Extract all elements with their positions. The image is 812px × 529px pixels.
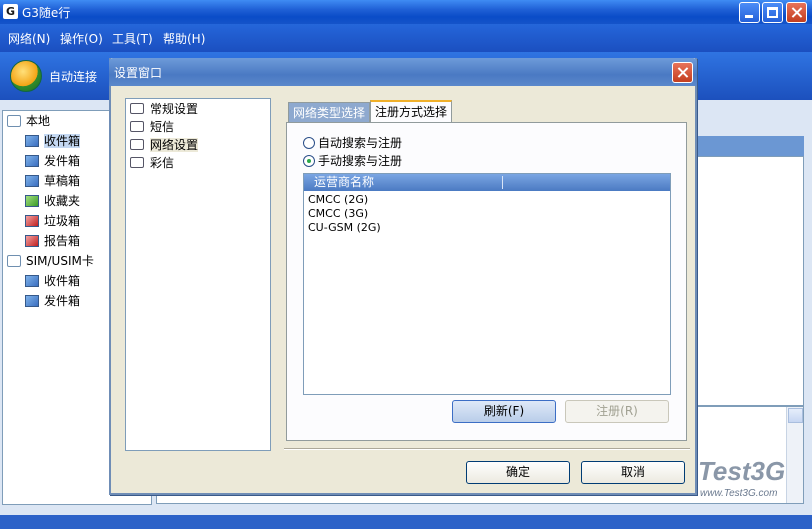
favorites-icon [25,195,39,207]
menu-network[interactable]: 网络(N) [8,30,50,47]
watermark-logo: Test3G www.Test3G.com [692,452,810,502]
nav-sms[interactable]: 短信 [130,118,174,136]
minimize-icon [745,15,753,18]
nav-general[interactable]: 常规设置 [130,100,198,118]
scroll-up-arrow-icon[interactable] [788,408,803,423]
drafts-icon [25,175,39,187]
folder-icon [130,103,144,114]
dialog-close-button[interactable] [672,62,693,83]
close-button[interactable] [786,2,807,23]
tree-trash[interactable]: 垃圾箱 [25,212,80,230]
column-separator[interactable] [502,176,503,189]
watermark-url: www.Test3G.com [700,488,778,499]
maximize-button[interactable] [762,2,783,23]
ok-button[interactable]: 确定 [466,461,570,484]
menu-help[interactable]: 帮助(H) [163,30,205,47]
tree-sim-outbox[interactable]: 发件箱 [25,292,80,310]
minimize-button[interactable] [739,2,760,23]
menu-bar: 网络(N) 操作(O) 工具(T) 帮助(H) [0,24,812,52]
menu-tools[interactable]: 工具(T) [112,30,153,47]
cancel-button[interactable]: 取消 [581,461,685,484]
inbox-icon [25,275,39,287]
outbox-icon [25,295,39,307]
inbox-icon [25,135,39,147]
report-icon [25,235,39,247]
trash-icon [25,215,39,227]
folder-icon [130,121,144,132]
column-operator-name[interactable]: 运营商名称 [314,174,374,191]
tree-sim-inbox[interactable]: 收件箱 [25,272,80,290]
app-title: G3随e行 [22,6,71,20]
auto-connect-button[interactable]: 自动连接 [49,68,97,85]
tree-favorites[interactable]: 收藏夹 [25,192,80,210]
folder-icon [130,157,144,168]
tree-local[interactable]: 本地 [7,112,50,130]
settings-dialog: 设置窗口 常规设置 短信 网络设置 彩信 网络类型选择 注册方式选择 自动搜索与… [109,58,697,495]
menu-operations[interactable]: 操作(O) [60,30,103,47]
watermark-brand: Test3G [698,456,786,486]
register-button[interactable]: 注册(R) [565,400,669,423]
nav-network[interactable]: 网络设置 [130,136,199,154]
app-icon: G [3,4,18,19]
settings-nav: 常规设置 短信 网络设置 彩信 [125,98,271,451]
operator-row[interactable]: CMCC (3G) [308,207,368,221]
tree-outbox[interactable]: 发件箱 [25,152,80,170]
folder-open-icon [130,139,144,150]
maximize-icon [767,7,778,18]
tree-drafts[interactable]: 草稿箱 [25,172,80,190]
tree-reports[interactable]: 报告箱 [25,232,80,250]
tree-inbox[interactable]: 收件箱 [25,132,81,150]
dialog-title: 设置窗口 [114,66,163,80]
dialog-titlebar: 设置窗口 [109,58,697,86]
folder-icon [7,115,21,127]
operator-row[interactable]: CU-GSM (2G) [308,221,381,235]
manual-register-option[interactable]: 手动搜索与注册 [303,153,402,169]
sim-card-icon [7,255,21,267]
registration-panel: 自动搜索与注册 手动搜索与注册 运营商名称 CMCC (2G) CMCC (3G… [286,122,687,441]
radio-manual[interactable] [303,155,315,167]
operator-list-header[interactable]: 运营商名称 [304,174,670,191]
tree-sim[interactable]: SIM/USIM卡 [7,252,94,270]
operator-row[interactable]: CMCC (2G) [308,193,368,207]
auto-register-option[interactable]: 自动搜索与注册 [303,135,402,151]
dialog-separator [284,448,690,450]
globe-connect-icon[interactable] [10,60,42,92]
tab-network-type[interactable]: 网络类型选择 [288,102,371,122]
refresh-button[interactable]: 刷新(F) [452,400,556,423]
operator-list[interactable]: 运营商名称 CMCC (2G) CMCC (3G) CU-GSM (2G) [303,173,671,395]
app-titlebar: G G3随e行 [0,0,812,24]
nav-mms[interactable]: 彩信 [130,154,174,172]
radio-auto[interactable] [303,137,315,149]
outbox-icon [25,155,39,167]
status-bar [0,515,812,529]
tab-registration[interactable]: 注册方式选择 [370,100,453,122]
